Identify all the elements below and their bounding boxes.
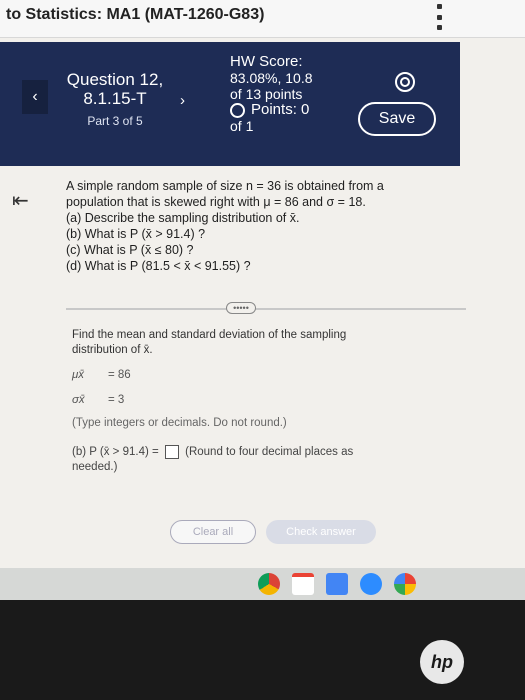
problem-area: ⇤ A simple random sample of size n = 36 … (0, 166, 470, 600)
problem-statement: A simple random sample of size n = 36 is… (66, 178, 426, 274)
hp-logo: hp (420, 640, 464, 684)
mean-value: = 86 (108, 369, 131, 381)
clear-all-button[interactable]: Clear all (170, 520, 256, 544)
sd-row: σx̄ = 3 (72, 393, 432, 408)
part-b-rounding-hint-2: needed.) (72, 461, 118, 474)
instruction-line-2: distribution of x̄. (72, 344, 153, 356)
points-row: Points: 0 (230, 102, 350, 118)
problem-part-c: (c) What is P (x̄ ≤ 80) ? (66, 243, 194, 257)
part-b-prompt: (b) P (x̄ > 91.4) = (72, 446, 159, 459)
zoom-icon[interactable] (360, 573, 382, 595)
hw-score: HW Score: 83.08%, 10.8 of 13 points Poin… (230, 54, 350, 134)
check-answer-button[interactable]: Check answer (266, 520, 376, 544)
part-b-answer-input[interactable] (164, 445, 179, 459)
screen: to Statistics: MA1 (MAT-1260-G83) ‹ Ques… (0, 0, 525, 600)
title-bar: to Statistics: MA1 (MAT-1260-G83) (0, 0, 525, 38)
problem-part-b: (b) What is P (x̄ > 91.4) ? (66, 227, 206, 241)
rounding-hint: (Type integers or decimals. Do not round… (72, 417, 287, 429)
hw-score-value: 83.08%, 10.8 (230, 70, 313, 86)
points-circle-icon (230, 102, 245, 118)
problem-part-d: (d) What is P (81.5 < x̄ < 91.55) ? (66, 259, 251, 273)
answer-section: Find the mean and standard deviation of … (72, 328, 432, 475)
gear-icon[interactable] (395, 72, 415, 92)
question-label: Question 12, (66, 70, 164, 89)
sd-value: = 3 (108, 394, 125, 406)
photos-icon[interactable] (394, 573, 416, 595)
problem-intro-1: A simple random sample of size n = 36 is… (66, 179, 384, 193)
mean-symbol: μx̄ (72, 369, 85, 381)
mean-row: μx̄ = 86 (72, 368, 432, 383)
next-question-button[interactable]: › (180, 92, 185, 109)
expand-dots-button[interactable]: ••••• (226, 302, 256, 314)
more-menu-icon[interactable] (435, 4, 443, 30)
save-button[interactable]: Save (358, 102, 436, 136)
hw-score-total: of 13 points (230, 86, 303, 102)
course-title: to Statistics: MA1 (MAT-1260-G83) (6, 6, 265, 23)
instruction-line-1: Find the mean and standard deviation of … (72, 329, 347, 341)
previous-question-button[interactable]: ‹ (22, 80, 48, 114)
docs-icon[interactable] (326, 573, 348, 595)
gmail-icon[interactable] (292, 573, 314, 595)
question-info: Question 12, 8.1.15-T Part 3 of 5 (50, 70, 180, 128)
taskbar (0, 568, 525, 600)
hw-score-label: HW Score: (230, 53, 303, 70)
collapse-panel-icon[interactable]: ⇤ (12, 188, 29, 213)
action-buttons: Clear all Check answer (170, 520, 376, 544)
points-total: of 1 (230, 118, 254, 134)
problem-part-a: (a) Describe the sampling distribution o… (66, 211, 300, 225)
part-b-answer-row: (b) P (x̄ > 91.4) = (Round to four decim… (72, 445, 432, 475)
question-number: 8.1.15-T (83, 89, 147, 108)
sd-symbol: σx̄ (72, 394, 85, 406)
taskbar-icons (258, 573, 416, 595)
question-part: Part 3 of 5 (87, 114, 143, 128)
chrome-icon[interactable] (258, 573, 280, 595)
part-b-rounding-hint: (Round to four decimal places as (185, 446, 354, 459)
problem-intro-2: population that is skewed right with μ =… (66, 195, 366, 209)
question-header: ‹ Question 12, 8.1.15-T Part 3 of 5 › HW… (0, 42, 460, 166)
divider (66, 308, 466, 310)
points-label: Points: 0 (251, 101, 310, 118)
